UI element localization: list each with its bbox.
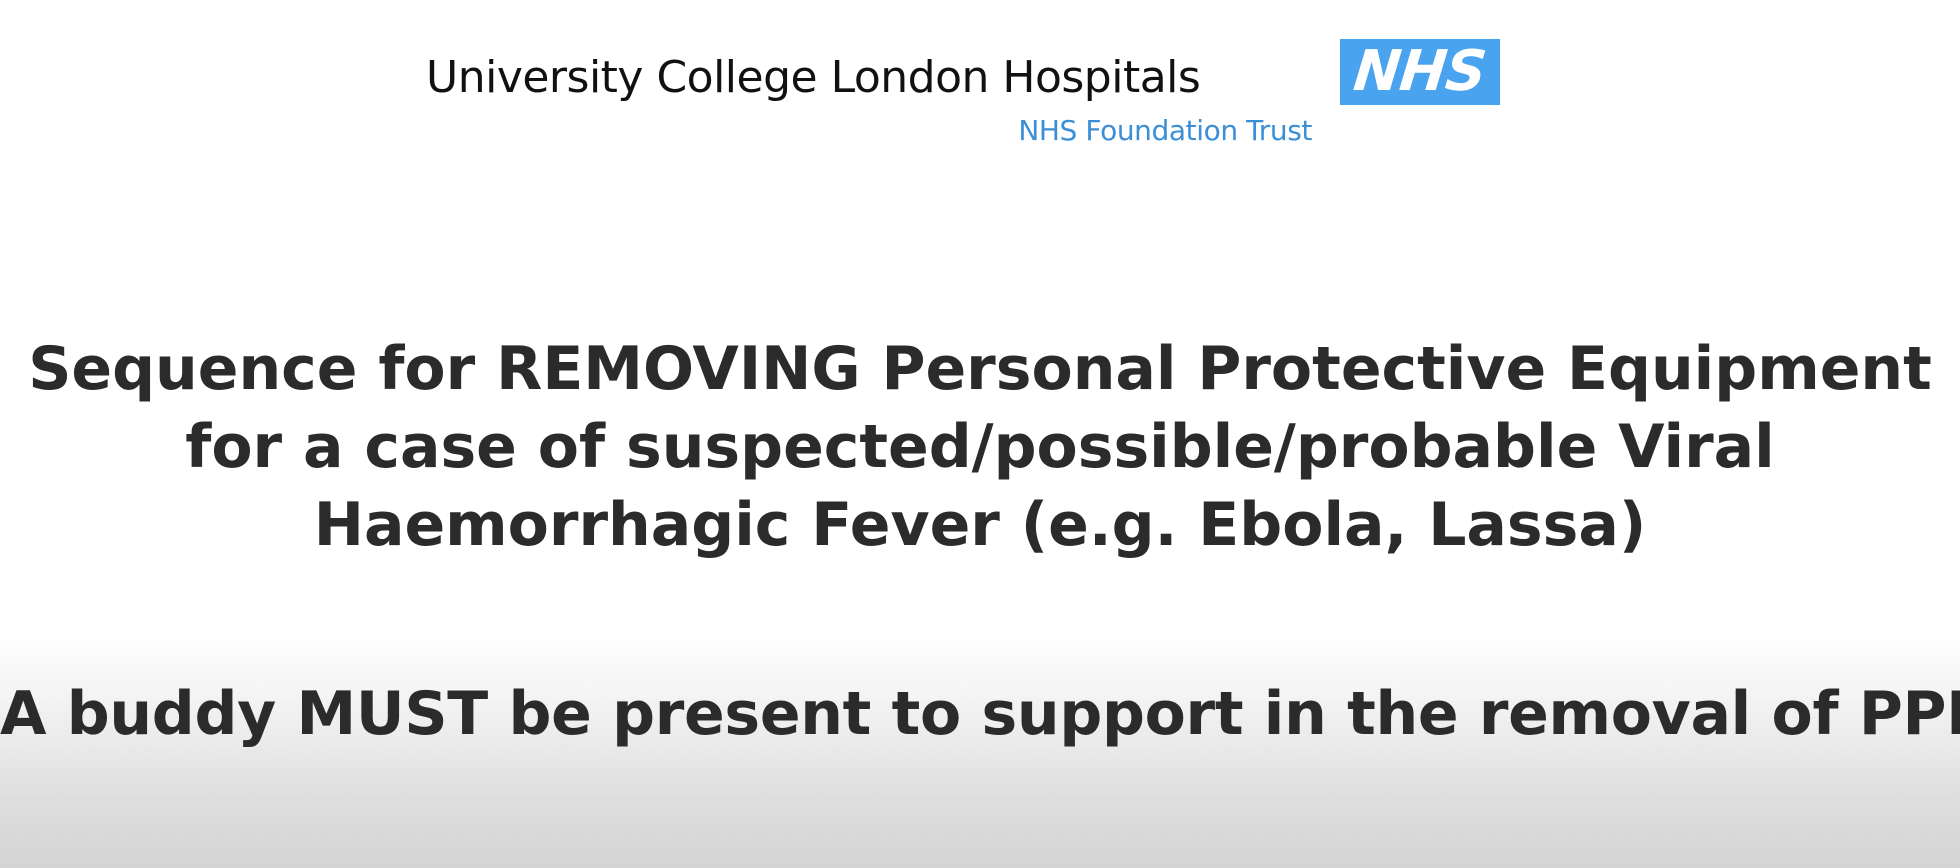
trust-header: University College London Hospitals NHS … [0,0,1960,160]
organisation-name: University College London Hospitals [426,52,1201,103]
slide-title-line-3: Haemorrhagic Fever (e.g. Ebola, Lassa) [313,490,1647,560]
slide-title-line-1: Sequence for REMOVING Personal Protectiv… [28,334,1932,404]
nhs-logo-text: NHS [1351,39,1489,104]
slide-title: Sequence for REMOVING Personal Protectiv… [20,330,1940,564]
buddy-notice: A buddy MUST be present to support in th… [0,679,1960,749]
nhs-logo: NHS [1340,39,1500,105]
organisation-subtitle: NHS Foundation Trust [1018,114,1312,147]
slide-title-line-2: for a case of suspected/possible/probabl… [185,412,1775,482]
